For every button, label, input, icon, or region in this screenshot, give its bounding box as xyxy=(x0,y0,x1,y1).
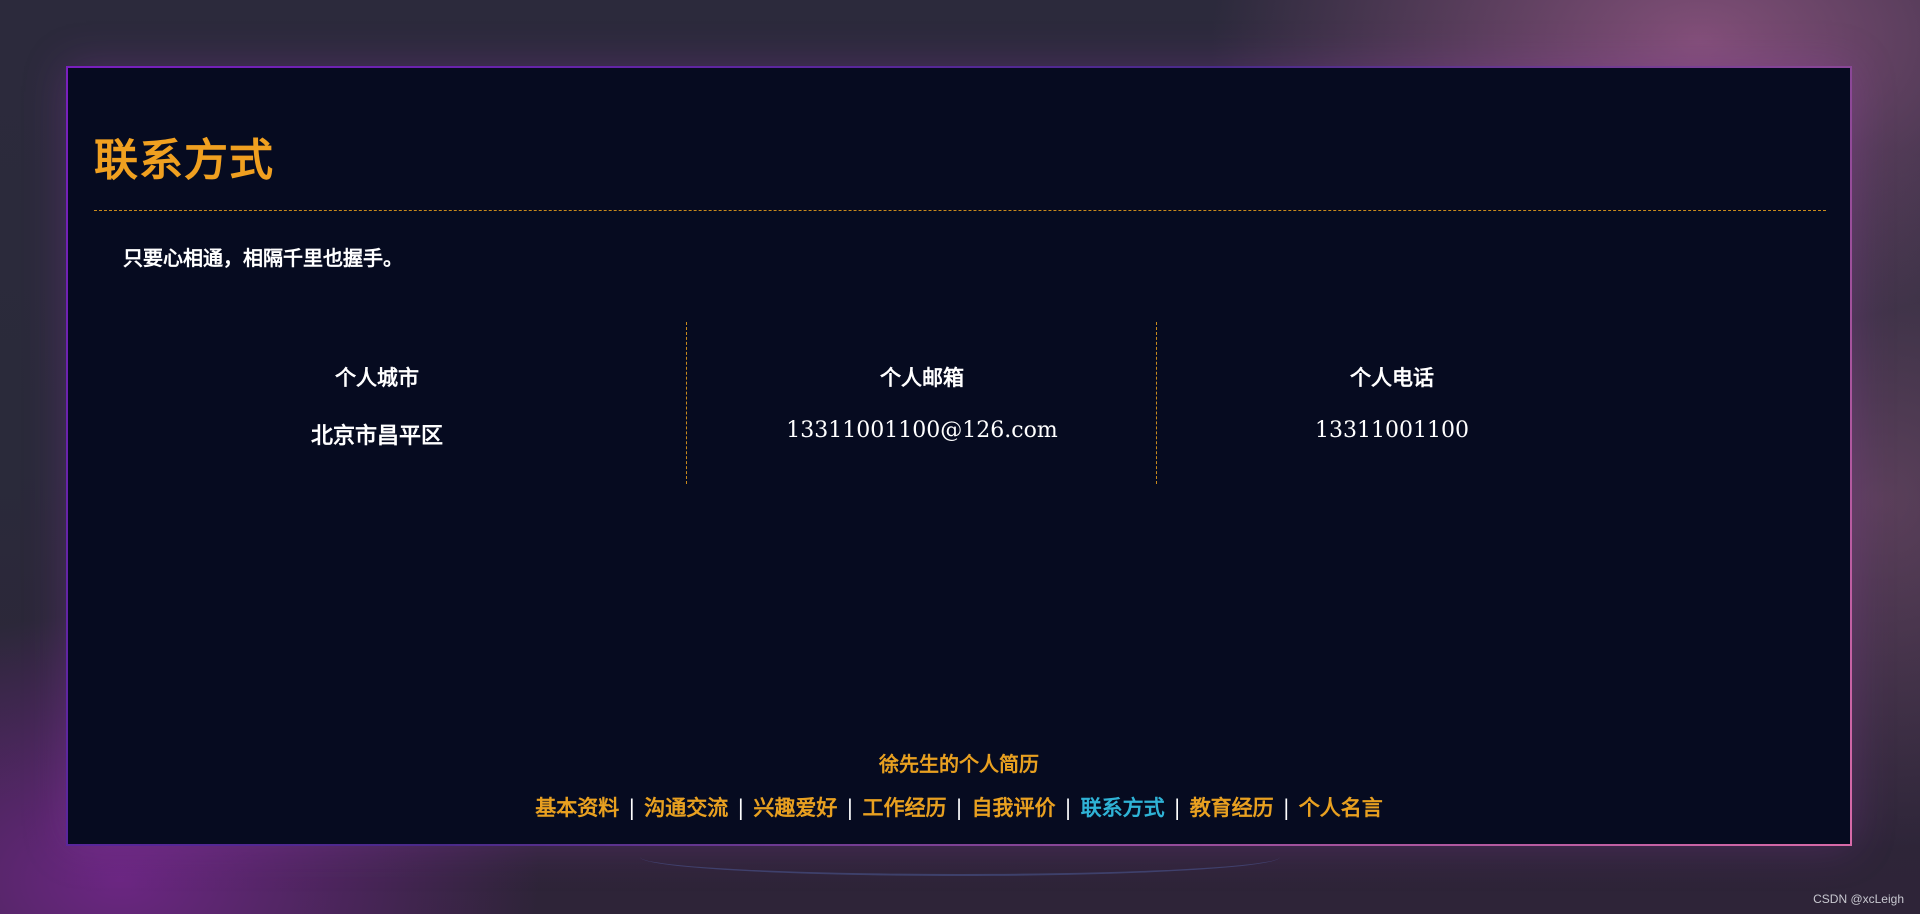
nav-link-education[interactable]: 教育经历 xyxy=(1190,795,1274,820)
city-label: 个人城市 xyxy=(335,365,419,390)
footer-resume-name: 徐先生的个人简历 xyxy=(879,752,1039,776)
phone-value: 13311001100 xyxy=(1315,418,1469,443)
nav-separator: | xyxy=(1282,796,1290,820)
nav-link-contact[interactable]: 联系方式 xyxy=(1081,795,1165,820)
email-label: 个人邮箱 xyxy=(880,365,964,390)
contact-panel: 联系方式 只要心相通，相隔千里也握手。 个人城市 北京市昌平区 个人邮箱 133… xyxy=(66,66,1852,846)
nav-separator: | xyxy=(628,796,636,820)
nav-separator: | xyxy=(955,796,963,820)
city-value: 北京市昌平区 xyxy=(310,423,443,449)
watermark: CSDN @xcLeigh xyxy=(1813,892,1904,906)
nav-link-quotes[interactable]: 个人名言 xyxy=(1299,795,1383,820)
nav-separator: | xyxy=(737,796,745,820)
nav-link-communication[interactable]: 沟通交流 xyxy=(644,795,728,820)
phone-label: 个人电话 xyxy=(1350,365,1434,390)
nav-link-basic-info[interactable]: 基本资料 xyxy=(535,795,619,820)
nav-link-self-evaluation[interactable]: 自我评价 xyxy=(972,795,1056,820)
nav-separator: | xyxy=(846,796,854,820)
contact-email: 个人邮箱 13311001100@126.com xyxy=(686,322,1157,484)
nav-separator: | xyxy=(1064,796,1072,820)
nav-link-work-experience[interactable]: 工作经历 xyxy=(862,795,946,820)
email-value: 13311001100@126.com xyxy=(786,418,1058,443)
contact-city: 个人城市 北京市昌平区 xyxy=(68,322,686,484)
motto-text: 只要心相通，相隔千里也握手。 xyxy=(123,246,403,270)
nav-link-hobbies[interactable]: 兴趣爱好 xyxy=(753,795,837,820)
section-title: 联系方式 xyxy=(94,135,274,186)
title-divider xyxy=(94,210,1826,211)
footer-nav: 基本资料 | 沟通交流 | 兴趣爱好 | 工作经历 | 自我评价 | 联系方式 | 教育经历 | 个人名言 xyxy=(68,792,1850,822)
contact-phone: 个人电话 13311001100 xyxy=(1156,322,1627,484)
nav-separator: | xyxy=(1173,796,1181,820)
